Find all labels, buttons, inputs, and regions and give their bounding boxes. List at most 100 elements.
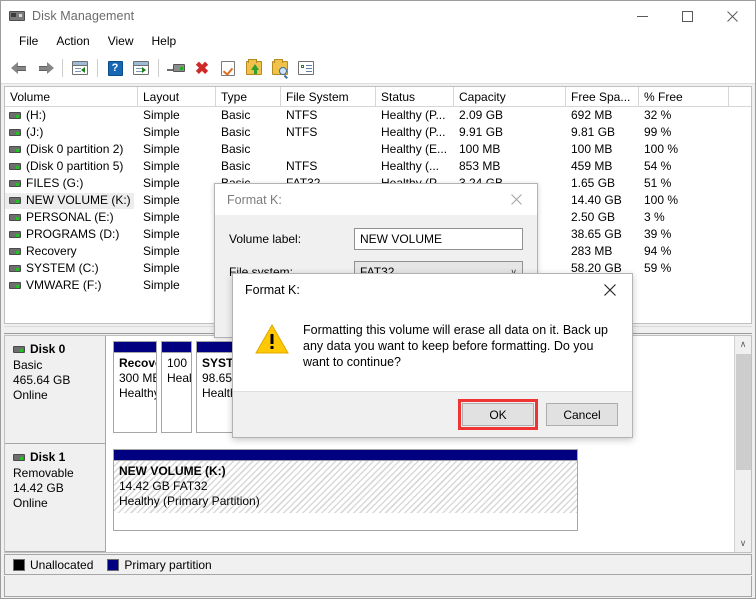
cell-volume: (H:) xyxy=(5,108,138,124)
cell-free: 1.65 GB xyxy=(571,176,616,190)
partition-capacity-bar xyxy=(114,342,156,353)
forward-icon[interactable] xyxy=(32,55,58,81)
show-hide-action-pane-icon[interactable] xyxy=(128,55,154,81)
cell-pct: 3 % xyxy=(644,210,665,224)
disk-info-panel[interactable]: Disk 0 Basic 465.64 GB Online xyxy=(5,336,106,444)
table-row[interactable]: (J:) Simple Basic NTFS Healthy (P... 9.91 GB 9… xyxy=(5,124,751,141)
menu-view[interactable]: View xyxy=(99,32,143,52)
volume-name: PROGRAMS (D:) xyxy=(26,227,120,241)
cell-pct: 39 % xyxy=(644,227,672,241)
disk-size: 14.42 GB xyxy=(13,481,64,495)
menu-file[interactable]: File xyxy=(10,32,47,52)
graphical-view-scrollbar[interactable]: ∧ ∨ xyxy=(734,336,751,552)
cell-layout: Simple xyxy=(143,244,180,258)
column-header-layout[interactable]: Layout xyxy=(138,87,216,106)
cell-status: Healthy (E... xyxy=(381,142,448,156)
menu-help[interactable]: Help xyxy=(143,32,186,52)
volume-name-wrapper: PERSONAL (E:) xyxy=(5,210,117,226)
partition-name: Recovery xyxy=(119,356,156,370)
ok-button[interactable]: OK xyxy=(458,399,538,430)
drive-icon xyxy=(9,282,21,289)
status-bar xyxy=(4,576,752,597)
partition-status: Healthy (OEM P xyxy=(119,386,157,400)
partition-text: Recovery300 MBHealthy (OEM P xyxy=(114,353,156,401)
partition-body: 100 MBHealthy (EFI xyxy=(162,353,191,390)
window-controls xyxy=(620,1,755,31)
scrollbar-thumb[interactable] xyxy=(736,354,751,470)
column-header-file-system[interactable]: File System xyxy=(281,87,376,106)
minimize-button[interactable] xyxy=(620,1,665,31)
format-dialog-title-bar: Format K: xyxy=(215,184,537,215)
back-icon[interactable] xyxy=(6,55,32,81)
format-dialog-title: Format K: xyxy=(227,192,282,207)
partition-block[interactable]: NEW VOLUME (K:) 14.42 GB FAT32 Healthy (Pr… xyxy=(113,449,578,531)
message-box-content: Formatting this volume will erase all da… xyxy=(233,306,632,393)
menu-action[interactable]: Action xyxy=(47,32,98,52)
show-hide-console-tree-icon[interactable] xyxy=(67,55,93,81)
volume-name-wrapper: FILES (G:) xyxy=(5,176,86,192)
delete-icon[interactable]: ✖ xyxy=(189,55,215,81)
cell-capacity: 100 MB xyxy=(459,142,501,156)
table-row[interactable]: (Disk 0 partition 5) Simple Basic NTFS Healt… xyxy=(5,158,751,175)
drive-icon xyxy=(9,214,21,221)
cell-pct: 51 % xyxy=(644,176,672,190)
partition-status: Healthy (Primary Partition) xyxy=(119,494,260,508)
properties-list-icon[interactable] xyxy=(293,55,319,81)
volume-name-wrapper: PROGRAMS (D:) xyxy=(5,227,122,243)
volume-name: (Disk 0 partition 5) xyxy=(26,159,124,173)
cell-layout: Simple xyxy=(143,125,180,139)
volume-label-label: Volume label: xyxy=(229,232,302,246)
column-header-filler[interactable] xyxy=(729,87,751,106)
cell-type: Basic xyxy=(221,125,251,139)
cell-volume: FILES (G:) xyxy=(5,176,138,192)
column-header-percent-free[interactable]: % Free xyxy=(639,87,729,106)
volume-name-wrapper: (J:) xyxy=(5,125,46,141)
maximize-button[interactable] xyxy=(665,1,710,31)
cancel-button[interactable]: Cancel xyxy=(546,403,618,426)
cell-volume: SYSTEM (C:) xyxy=(5,261,138,277)
table-row[interactable]: (H:) Simple Basic NTFS Healthy (P... 2.09 GB 6… xyxy=(5,107,751,124)
toolbar: ? ✖ xyxy=(1,53,755,84)
column-header-status[interactable]: Status xyxy=(376,87,454,106)
disk-info-panel[interactable]: Disk 1 Removable 14.42 GB Online xyxy=(5,444,106,552)
column-header-volume[interactable]: Volume xyxy=(5,87,138,106)
scroll-up-arrow-icon[interactable]: ∧ xyxy=(735,336,751,353)
table-row[interactable]: (Disk 0 partition 2) Simple Basic Healthy (… xyxy=(5,141,751,158)
volume-label-input[interactable]: NEW VOLUME xyxy=(354,228,523,250)
format-confirmation-dialog: Format K: Formatting this volume will er… xyxy=(232,273,633,438)
disk-name: Disk 1 xyxy=(30,450,66,464)
partition-size: 14.42 GB FAT32 xyxy=(119,479,208,493)
checkmark-icon[interactable] xyxy=(215,55,241,81)
volume-name: Recovery xyxy=(26,244,77,258)
column-header-capacity[interactable]: Capacity xyxy=(454,87,566,106)
format-dialog-close-button[interactable] xyxy=(495,184,537,215)
disk-size: 465.64 GB xyxy=(13,373,71,387)
cell-capacity: 2.09 GB xyxy=(459,108,504,122)
column-header-type[interactable]: Type xyxy=(216,87,281,106)
export-list-icon[interactable] xyxy=(241,55,267,81)
partition-block[interactable]: 100 MBHealthy (EFI xyxy=(161,341,192,433)
search-folder-icon[interactable] xyxy=(267,55,293,81)
disk-state: Online xyxy=(13,496,48,510)
rescan-disks-icon[interactable] xyxy=(163,55,189,81)
legend-label-unallocated: Unallocated xyxy=(30,557,94,572)
title-bar: Disk Management xyxy=(1,1,755,31)
cell-pct: 59 % xyxy=(644,261,672,275)
volume-name: FILES (G:) xyxy=(26,176,84,190)
cell-volume: PROGRAMS (D:) xyxy=(5,227,138,243)
cell-layout: Simple xyxy=(143,108,180,122)
help-glyph: ? xyxy=(107,60,123,76)
message-box-footer: OK Cancel xyxy=(233,391,632,437)
cell-layout: Simple xyxy=(143,142,180,156)
scroll-down-arrow-icon[interactable]: ∨ xyxy=(735,535,751,552)
volume-name-wrapper: (H:) xyxy=(5,108,49,124)
cell-layout: Simple xyxy=(143,210,180,224)
message-box-close-button[interactable] xyxy=(587,274,632,306)
partition-status: Healthy (EFI xyxy=(167,371,192,385)
cell-volume: (Disk 0 partition 2) xyxy=(5,142,138,158)
partition-block[interactable]: Recovery300 MBHealthy (OEM P xyxy=(113,341,157,433)
help-icon[interactable]: ? xyxy=(102,55,128,81)
close-button[interactable] xyxy=(710,1,755,31)
column-header-free-space[interactable]: Free Spa... xyxy=(566,87,639,106)
partition-name: NEW VOLUME (K:) xyxy=(119,464,226,478)
